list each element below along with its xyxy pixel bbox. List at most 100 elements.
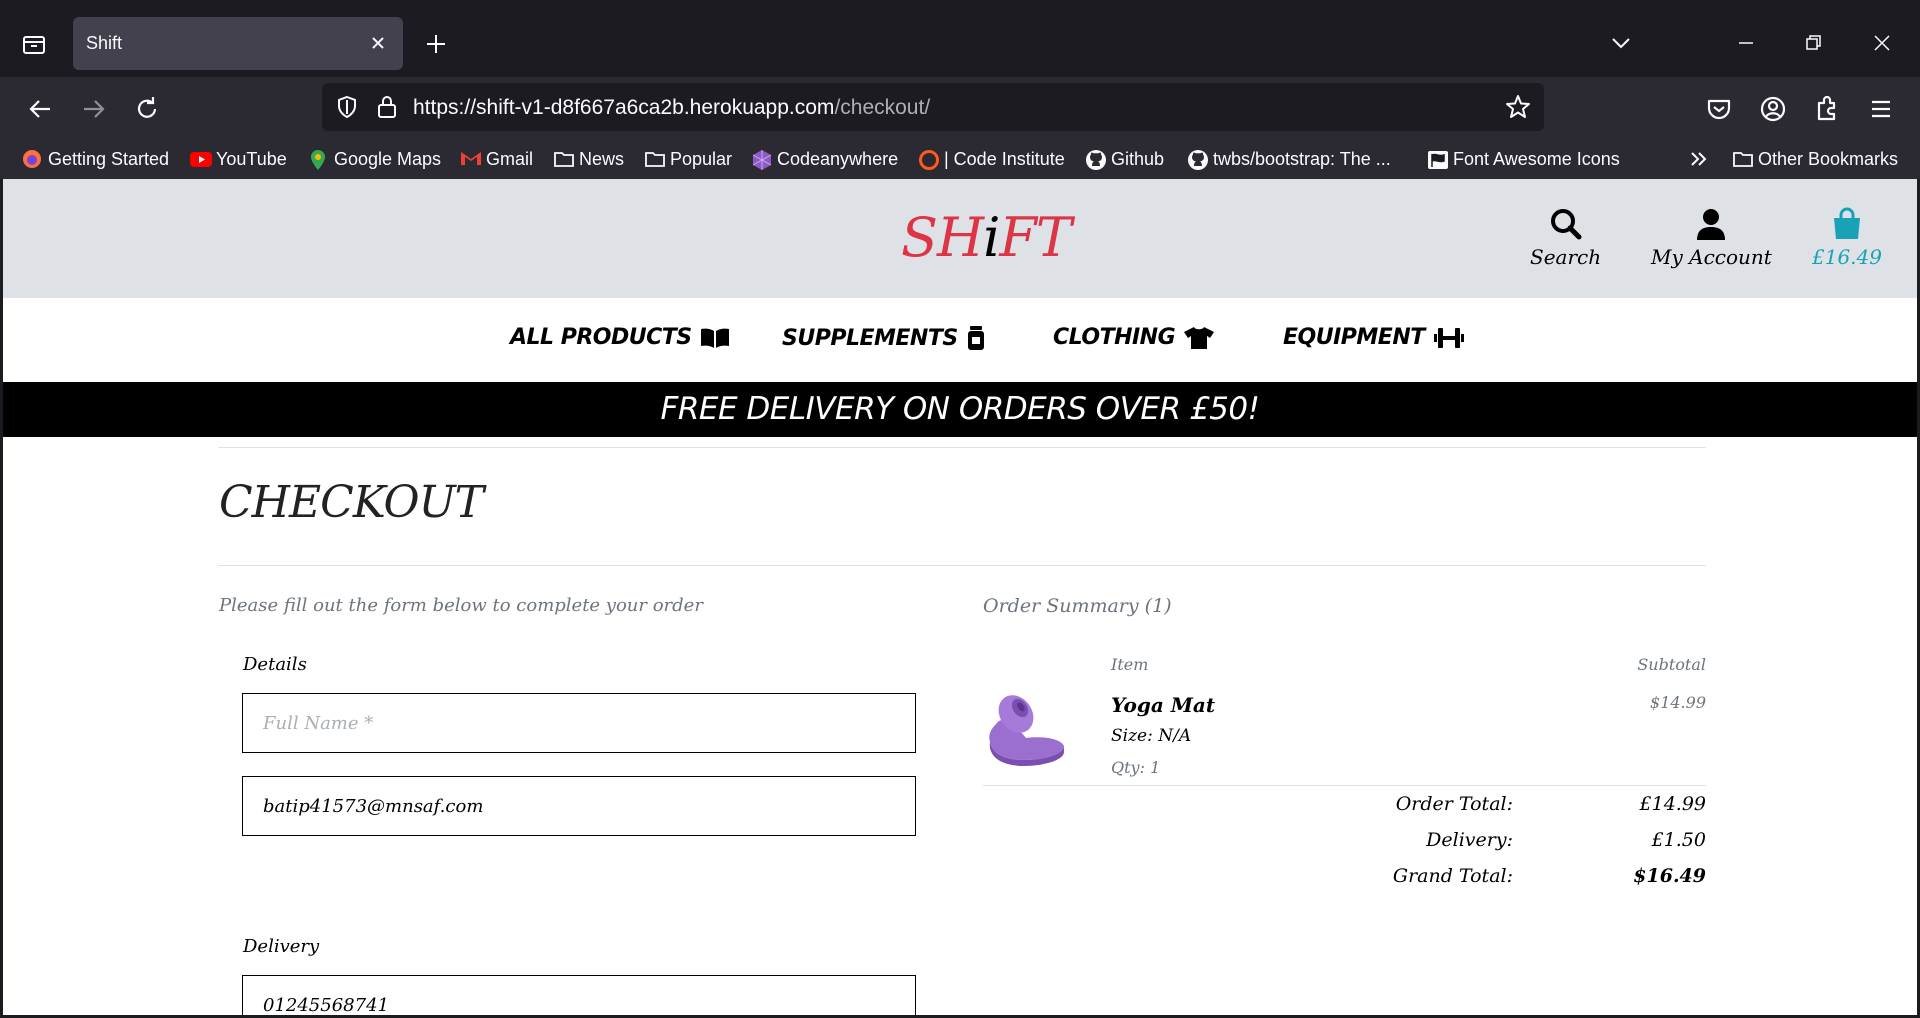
page-title: CHECKOUT [219,477,484,528]
site-logo[interactable]: SHiFT [901,206,1072,269]
header-cart-button[interactable]: £16.49 [1812,207,1882,269]
gmail-icon [460,149,481,169]
bookmarks-overflow-chevron-icon[interactable] [1687,146,1711,172]
window-close-icon[interactable] [1869,30,1895,56]
nav-supplements[interactable]: SUPPLEMENTS [782,325,986,351]
tracking-shield-icon[interactable] [334,94,360,124]
bookmark-code-institute[interactable]: | Code Institute [918,146,1065,172]
cart-total: £16.49 [1812,245,1882,269]
bookmark-google-maps[interactable]: Google Maps [308,146,441,172]
shopping-bag-icon [1833,207,1860,239]
list-all-tabs-chevron-icon[interactable] [1608,30,1634,56]
tshirt-icon [1184,326,1215,349]
address-bar[interactable]: https://shift-v1-d8f667a6ca2b.herokuapp.… [322,83,1544,131]
full-name-field[interactable] [242,693,916,753]
firefox-icon [22,149,42,169]
folder-icon [1732,149,1753,169]
reload-icon[interactable] [131,93,163,125]
minimize-icon[interactable] [1733,30,1759,56]
grand-total-value: $16.49 [1633,865,1706,887]
url-text[interactable]: https://shift-v1-d8f667a6ca2b.herokuapp.… [413,96,930,120]
close-icon[interactable] [367,32,389,54]
bookmark-codeanywhere[interactable]: Codeanywhere [751,146,898,172]
bookmark-label: News [579,148,625,169]
delivery-legend: Delivery [243,936,320,957]
back-arrow-icon[interactable] [24,93,56,125]
phone-field[interactable] [242,975,916,1015]
divider [218,565,1706,566]
bookmark-github[interactable]: Github [1085,146,1164,172]
folder-icon [553,149,574,169]
yoga-mat-image[interactable] [984,684,1068,768]
nav-all-products[interactable]: ALL PRODUCTS [510,325,730,350]
hamburger-menu-icon[interactable] [1865,93,1897,125]
account-circle-icon[interactable] [1757,93,1789,125]
bookmark-gmail[interactable]: Gmail [460,146,533,172]
email-input[interactable] [243,777,915,835]
user-icon [1697,209,1726,240]
tab-title: Shift [86,33,123,53]
grand-total-label: Grand Total: [1392,865,1513,887]
tab-bar: Shift [0,0,1920,77]
bookmark-label: Github [1111,148,1165,169]
site-header: SHiFT Search My Account £16.49 [3,179,1917,298]
bookmark-label: | Code Institute [944,148,1065,169]
nav-equipment[interactable]: EQUIPMENT [1283,325,1465,350]
jar-icon [967,326,984,350]
header-account-button[interactable]: My Account [1651,207,1772,269]
nav-label: CLOTHING [1053,325,1176,350]
header-search-button[interactable]: Search [1530,207,1601,269]
pocket-icon[interactable] [1703,93,1735,125]
bookmark-folder-news[interactable]: News [553,146,624,172]
search-label: Search [1530,245,1602,269]
bookmark-twbs-bootstrap[interactable]: twbs/bootstrap: The ... [1187,146,1391,172]
github-icon [1085,149,1106,170]
delivery-cost-value: £1.50 [1651,829,1706,851]
bookmark-font-awesome[interactable]: Font Awesome Icons [1427,146,1620,172]
search-icon [1550,209,1582,240]
dumbbell-icon [1433,327,1464,348]
navigation-toolbar: https://shift-v1-d8f667a6ca2b.herokuapp.… [0,77,1920,140]
bookmark-getting-started[interactable]: Getting Started [22,146,169,172]
other-bookmarks[interactable]: Other Bookmarks [1732,146,1898,172]
phone-input[interactable] [243,976,915,1015]
product-subtotal: $14.99 [1650,693,1706,712]
bookmark-folder-popular[interactable]: Popular [644,146,732,172]
bookmark-label: Codeanywhere [777,148,899,169]
url-host: https://shift-v1-d8f667a6ca2b.herokuapp.… [413,96,835,119]
bookmark-label: Gmail [486,148,534,169]
other-bookmarks-label: Other Bookmarks [1758,148,1899,169]
bookmark-label: Google Maps [334,148,442,169]
summary-divider [983,785,1706,786]
email-field[interactable] [242,776,916,836]
bookmark-youtube[interactable]: YouTube [190,146,287,172]
bookmark-star-icon[interactable] [1504,93,1532,125]
nav-clothing[interactable]: CLOTHING [1053,325,1215,350]
lock-icon[interactable] [375,94,399,124]
code-institute-icon [918,149,939,170]
youtube-icon [190,149,212,169]
firefox-view-icon[interactable] [18,30,50,58]
folder-icon [644,149,665,169]
delivery-cost-label: Delivery: [1426,829,1513,851]
forward-arrow-icon[interactable] [78,93,110,125]
summary-col-item: Item [1111,655,1149,674]
product-qty: Qty: 1 [1111,758,1161,777]
nav-label: ALL PRODUCTS [510,325,692,350]
tab-shift[interactable]: Shift [73,17,403,70]
bookmarks-toolbar: Getting Started YouTube Google Maps Gmai… [0,140,1920,179]
logo-text-start: SH [901,206,984,269]
restore-icon[interactable] [1800,30,1826,56]
nav-label: EQUIPMENT [1283,325,1425,350]
extensions-puzzle-icon[interactable] [1811,93,1843,125]
new-tab-plus-icon[interactable] [423,31,449,57]
web-page: SHiFT Search My Account £16.49 ALL PRODU… [3,179,1917,1015]
bookmark-label: Getting Started [48,148,170,169]
codeanywhere-icon [751,149,772,170]
divider [218,447,1706,448]
logo-text-end: FT [999,206,1071,269]
full-name-input[interactable] [243,694,915,752]
order-total-value: £14.99 [1639,793,1706,815]
product-size: Size: N/A [1111,726,1192,746]
product-name: Yoga Mat [1111,693,1216,717]
